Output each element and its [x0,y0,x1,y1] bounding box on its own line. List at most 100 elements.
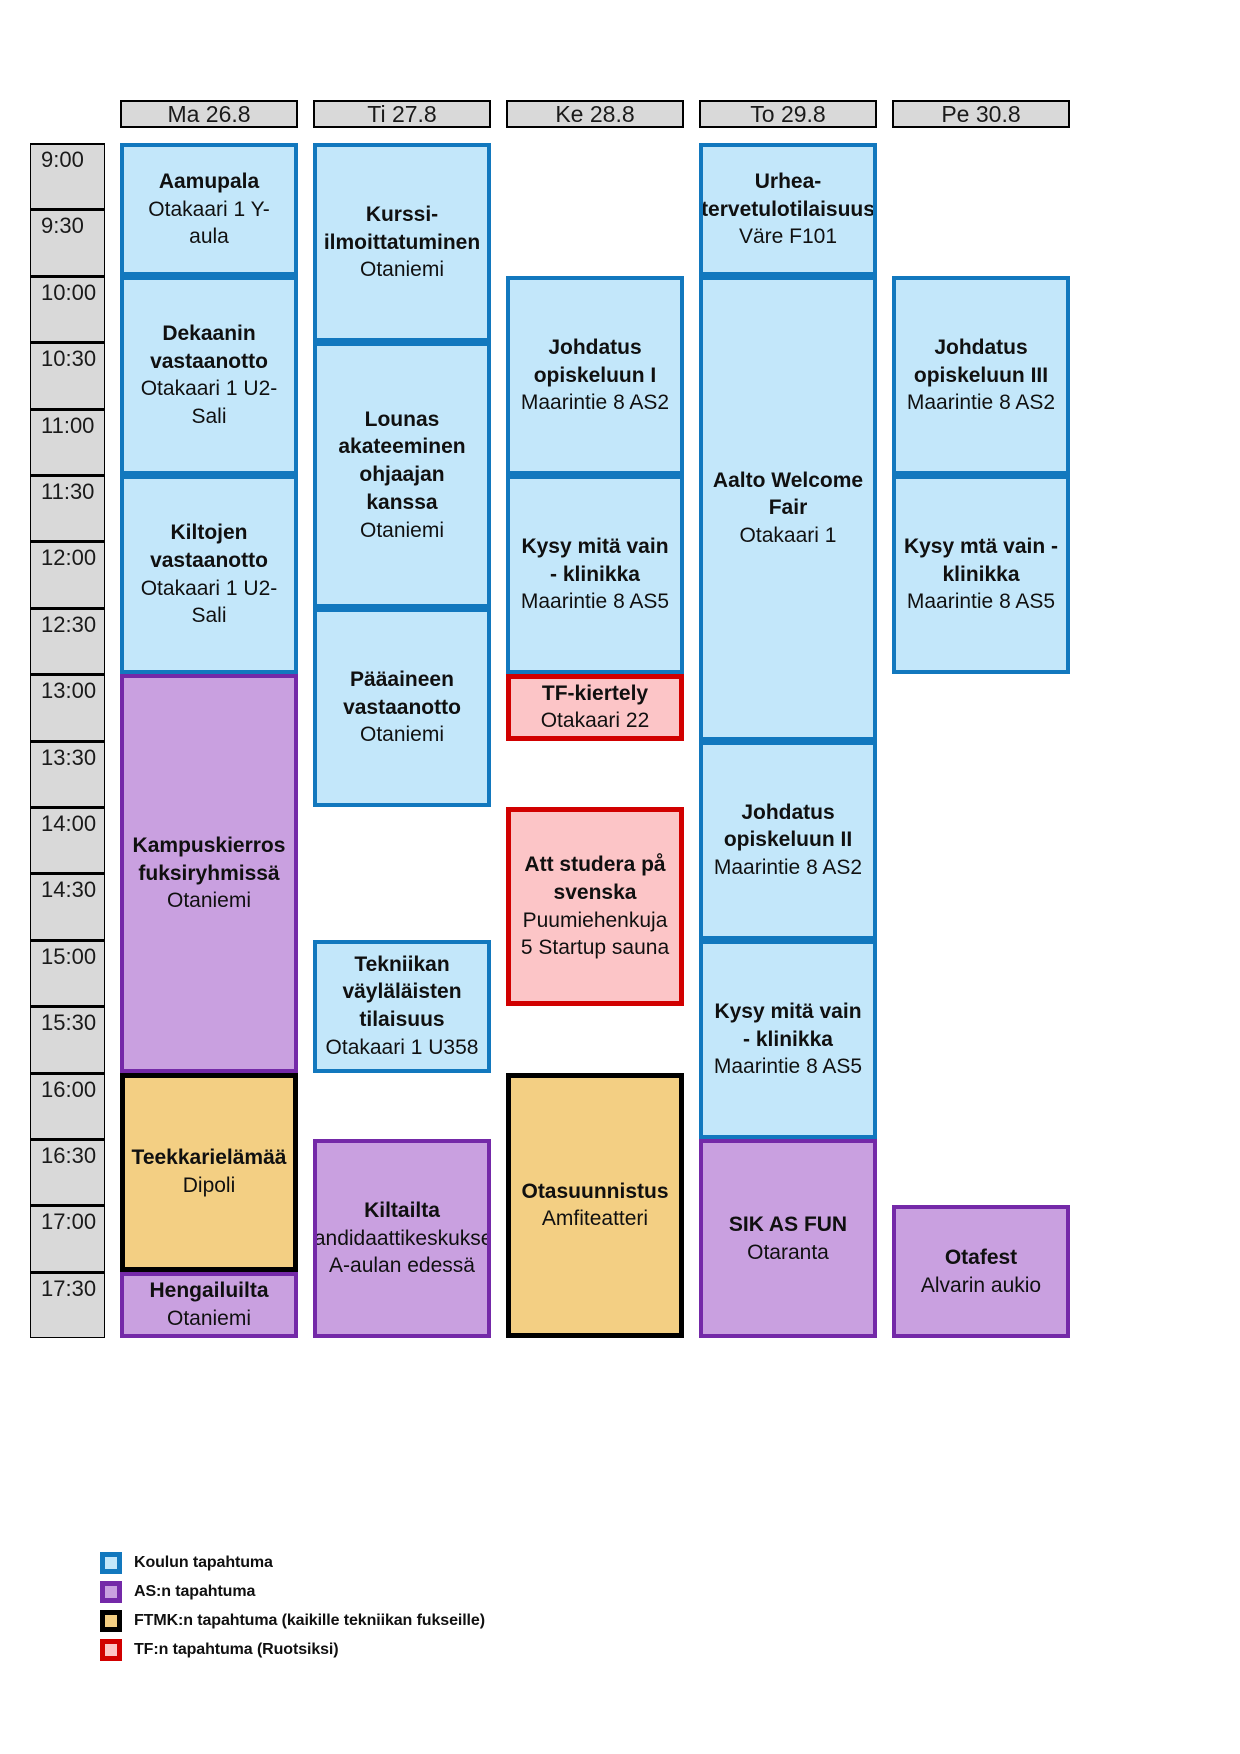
event-title: Johdatus opiskeluun III [913,335,1049,387]
event-title: Teekkarielämää [131,1146,287,1170]
time-slot-label: 11:30 [30,475,105,542]
time-slot-label: 9:30 [30,209,105,276]
event-location: Puumiehenkuja 5 Startup sauna [520,908,670,960]
event-location: Otaniemi [166,889,252,913]
event-block[interactable]: Tekniikan väyläläisten tilaisuus Otakaari… [313,939,491,1073]
event-title: Otasuunnistus [521,1179,669,1203]
event-location: Maarintie 8 AS2 [713,856,863,880]
event-title: Dekaanin vastaanotto [150,321,268,373]
event-block[interactable]: Kysy mtä vain - klinikka Maarintie 8 AS5 [892,475,1070,675]
event-title: Kysy mitä vain - klinikka [521,535,669,586]
event-block[interactable]: Lounas akateeminen ohjaajan kanssa Otanie… [313,342,491,608]
day-header-5: Pe 30.8 [892,100,1070,128]
event-location: Otaniemi [166,1307,252,1330]
legend-label: TF:n tapahtuma (Ruotsiksi) [134,1641,339,1658]
event-block[interactable]: Aamupala Otakaari 1 Y-aula [120,143,298,276]
time-slot-label: 14:00 [30,807,105,874]
legend: Koulun tapahtuma AS:n tapahtuma FTMK:n tap… [100,1552,485,1661]
event-location: Maarintie 8 AS5 [713,1055,863,1079]
legend-item: Koulun tapahtuma [100,1552,485,1574]
schedule-sheet: Ma 26.8 Ti 27.8 Ke 28.8 To 29.8 Pe 30.8 9:00… [0,0,1240,1754]
event-title: Johdatus opiskeluun I [533,335,657,387]
day-header-3: Ke 28.8 [506,100,684,128]
time-slot-label: 16:00 [30,1072,105,1139]
time-slot-label: 17:00 [30,1205,105,1272]
event-block[interactable]: Kysy mitä vain - klinikka Maarintie 8 AS5 [506,475,684,675]
event-title: Kiltailta [364,1199,440,1223]
event-location: Otakaari 1 U2-Sali [140,576,278,628]
event-title: Lounas akateeminen ohjaajan kanssa [338,407,466,514]
time-slot-label: 15:00 [30,939,105,1007]
time-slot-label: 16:30 [30,1139,105,1206]
event-block[interactable]: Johdatus opiskeluun II Maarintie 8 AS2 [699,740,877,940]
event-title: Urhea-tervetulotilaisuus [701,169,875,221]
time-slot-label: 13:30 [30,740,105,807]
event-block[interactable]: Otafest Alvarin aukio [892,1205,1070,1339]
legend-item: FTMK:n tapahtuma (kaikille tekniikan fuk… [100,1610,485,1632]
event-title: TF-kiertely [541,681,649,705]
event-block[interactable]: TF-kiertely Otakaari 22 [506,674,684,741]
legend-swatch-school-icon [100,1552,122,1574]
time-slot-label: 10:00 [30,275,105,343]
time-slot-label: 11:00 [30,408,105,475]
event-location: Otakaari 1 Y-aula [148,197,270,249]
event-block[interactable]: Kampuskierros fuksiryhmissä Otaniemi [120,674,298,1073]
event-block[interactable]: Dekaanin vastaanotto Otakaari 1 U2-Sali [120,275,298,475]
event-title: Aalto Welcome Fair [712,468,864,520]
event-location: Maarintie 8 AS2 [520,391,670,415]
time-slot-label: 17:30 [30,1271,105,1339]
event-location: Maarintie 8 AS2 [906,391,1056,415]
legend-item: TF:n tapahtuma (Ruotsiksi) [100,1639,485,1661]
event-block[interactable]: Urhea-tervetulotilaisuus Väre F101 [699,143,877,276]
event-title: Pääaineen vastaanotto [343,667,461,719]
event-location: Otaniemi [359,258,445,282]
event-title: Kampuskierros fuksiryhmissä [132,833,286,885]
event-block[interactable]: Kiltojen vastaanotto Otakaari 1 U2-Sali [120,475,298,675]
event-title: SIK AS FUN [728,1212,848,1236]
event-location: Maarintie 8 AS5 [906,590,1056,614]
legend-swatch-ftmk-icon [100,1610,122,1632]
event-block[interactable]: Otasuunnistus Amfiteatteri [506,1072,684,1339]
event-title: Hengailuilta [149,1279,269,1303]
legend-label: Koulun tapahtuma [134,1554,273,1571]
event-location: Väre F101 [738,225,838,249]
event-block[interactable]: Kurssi-ilmoittatuminen Otaniemi [313,143,491,343]
time-slot-label: 14:30 [30,873,105,940]
event-location: Amfiteatteri [541,1207,649,1231]
event-location: Otakaari 22 [540,709,650,733]
event-title: Kiltojen vastaanotto [150,521,268,572]
event-location: Maarintie 8 AS5 [520,590,670,614]
event-block[interactable]: Teekkarielämää Dipoli [120,1072,298,1272]
event-location: Otaniemi [359,518,445,542]
day-header-2: Ti 27.8 [313,100,491,128]
time-slot-label: 12:00 [30,541,105,608]
event-title: Aamupala [158,169,260,193]
event-block[interactable]: Kysy mitä vain - klinikka Maarintie 8 AS5 [699,939,877,1139]
event-block[interactable]: Johdatus opiskeluun III Maarintie 8 AS2 [892,275,1070,475]
time-slot-label: 15:30 [30,1006,105,1073]
event-title: Tekniikan väyläläisten tilaisuus [342,952,462,1032]
event-block[interactable]: Att studera på svenska Puumiehenkuja 5 St… [506,807,684,1007]
event-title: Johdatus opiskeluun II [723,800,853,852]
event-location: Kandidaattikeskuksen A-aulan edessä [313,1226,487,1278]
legend-swatch-as-icon [100,1581,122,1603]
legend-label: FTMK:n tapahtuma (kaikille tekniikan fuk… [134,1612,485,1629]
event-block[interactable]: Kiltailta Kandidaattikeskuksen A-aulan ed… [313,1139,491,1339]
time-slot-label: 10:30 [30,342,105,409]
event-location: Otaniemi [359,723,445,747]
event-location: Alvarin aukio [920,1273,1042,1297]
event-block[interactable]: Hengailuilta Otaniemi [120,1271,298,1339]
event-location: Otakaari 1 U2-Sali [140,377,278,429]
legend-swatch-tf-icon [100,1639,122,1661]
event-block[interactable]: Pääaineen vastaanotto Otaniemi [313,607,491,807]
event-block[interactable]: SIK AS FUN Otaranta [699,1139,877,1339]
event-block[interactable]: Aalto Welcome Fair Otakaari 1 [699,275,877,741]
event-location: Otakaari 1 U358 [325,1035,479,1059]
event-title: Kurssi-ilmoittatuminen [323,203,481,254]
event-block[interactable]: Johdatus opiskeluun I Maarintie 8 AS2 [506,275,684,475]
time-slot-label: 9:00 [30,143,105,210]
event-title: Otafest [944,1246,1018,1270]
legend-label: AS:n tapahtuma [134,1583,256,1600]
legend-item: AS:n tapahtuma [100,1581,485,1603]
event-location: Otakaari 1 [739,524,837,548]
